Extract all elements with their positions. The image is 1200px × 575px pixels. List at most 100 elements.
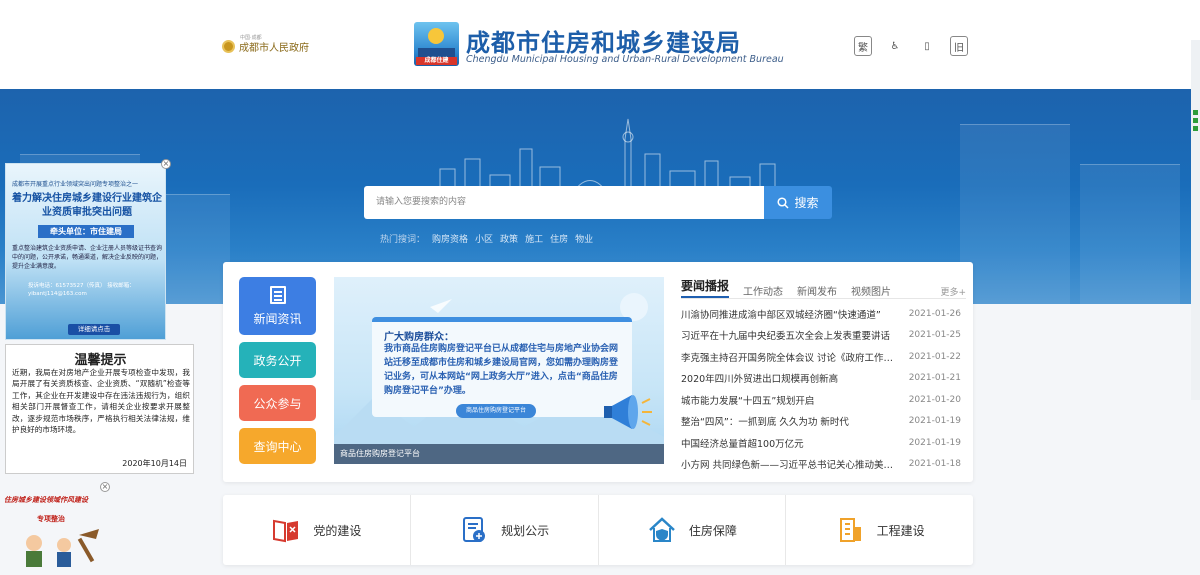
news-title: 李克强主持召开国务院全体会议 讨论《政府工作报告》 [681,352,896,364]
service-engineering[interactable]: 工程建设 [786,495,973,565]
building-icon [839,518,861,542]
news-date: 2021-01-22 [908,351,961,362]
ad-kicker: 成都市开展重点行业领域突出问题专项整治之一 [12,181,139,188]
news-item[interactable]: 整治“四风”：一抓到底 久久为功 新时代 2021-01-19 [681,411,961,433]
news-date: 2021-01-25 [908,330,961,341]
accessibility-icon[interactable]: ♿ [886,36,904,56]
slide-platform-chip: 商品住房购房登记平台 [456,404,536,418]
news-date: 2021-01-19 [908,416,961,427]
news-title: 整治“四风”：一抓到底 久久为功 新时代 [681,417,849,429]
search-input[interactable]: 请输入您要搜索的内容 [364,186,764,219]
scroll-marker [1193,110,1198,115]
notice-title: 温馨提示 [74,353,127,368]
ad-headline: 着力解决住房城乡建设行业建筑企业资质审批突出问题 [12,193,162,218]
tab-headline-news[interactable]: 要闻播报 [681,277,730,298]
national-emblem-icon [222,39,235,53]
news-item[interactable]: 习近平在十九届中央纪委五次全会上发表重要讲话 2021-01-25 [681,325,961,347]
hot-word-link[interactable]: 住房 [550,232,568,245]
logo-tag: 成都住建 [416,57,457,65]
tab-video-pictures[interactable]: 视频图片 [851,283,891,298]
slide-caption: 商品住房购房登记平台 [334,444,664,464]
nav-news-button[interactable]: 新闻资讯 [239,277,316,335]
scroll-marker [1193,118,1198,123]
news-carousel-slide[interactable]: 广大购房群众： 我市商品住房购房登记平台已从成都住宅与房地产业协会网站迁移至成都… [334,277,664,464]
news-date: 2021-01-20 [908,394,961,405]
hot-word-link[interactable]: 施工 [525,232,543,245]
ad-detail-button[interactable]: 详细请点击 [68,324,120,335]
floating-ad-banner[interactable]: 成都市开展重点行业领域突出问题专项整治之一 着力解决住房城乡建设行业建筑企业资质… [5,163,166,340]
news-item[interactable]: 中国经济总量首超100万亿元 2021-01-19 [681,432,961,454]
party-book-icon [273,519,299,543]
news-title: 习近平在十九届中央纪委五次全会上发表重要讲话 [681,331,891,343]
news-item[interactable]: 2020年四川外贸进出口规模再创新高 2021-01-21 [681,368,961,390]
news-item[interactable]: 小方网 共同绿色新——习近平总书记关心推动美丽中国 2021-01-18 [681,454,961,476]
style-rectification-promo[interactable]: 住房城乡建设领域作风建设 专项整治 [4,489,109,573]
promo-subtitle: 专项整治 [37,515,65,523]
site-subtitle: Chengdu Municipal Housing and Urban-Rura… [466,54,784,65]
close-icon[interactable]: × [100,482,110,492]
news-item[interactable]: 川渝协同推进成渝中部区双城经济圈“快速通道” 2021-01-26 [681,303,961,325]
promo-title: 住房城乡建设领域作风建设 [4,496,88,504]
tab-work-updates[interactable]: 工作动态 [743,283,783,298]
close-icon[interactable]: × [161,159,171,169]
traditional-chinese-button[interactable]: 繁 [854,36,872,56]
promo-illustration [26,529,99,567]
old-version-button[interactable]: 旧 [950,36,968,56]
news-date: 2021-01-26 [908,308,961,319]
hot-word-link[interactable]: 小区 [475,232,493,245]
news-item[interactable]: 李克强主持召开国务院全体会议 讨论《政府工作报告》 2021-01-22 [681,346,961,368]
site-title: 成都市住房和城乡建设局 [466,29,741,57]
ad-contact: 投诉电话：61573527（传真） 接收邮箱：yibantj114@163.co… [28,283,135,297]
news-item[interactable]: 城市能力发展“十四五”规划开启 2021-01-20 [681,389,961,411]
logo-sun-shape [428,28,444,44]
news-title: 中国经济总量首超100万亿元 [681,438,804,450]
banner-building-shape [960,124,1070,304]
page-scrollbar[interactable] [1191,40,1200,400]
service-planning-notice[interactable]: 规划公示 [411,495,599,565]
news-title: 城市能力发展“十四五”规划开启 [681,395,815,407]
ad-lead-unit: 牵头单位：市住建局 [38,225,134,238]
ad-body: 重点整治建筑企业资质申请、企业注册人员等级证书查询中的问题，公开承诺，畅通渠道，… [12,245,163,270]
news-more-link[interactable]: 更多+ [940,285,966,298]
news-title: 川渝协同推进成渝中部区双城经济圈“快速通道” [681,309,881,321]
service-housing-security[interactable]: 住房保障 [599,495,787,565]
news-list: 川渝协同推进成渝中部区双城经济圈“快速通道” 2021-01-26 习近平在十九届… [681,303,961,475]
nav-public-participation-button[interactable]: 公众参与 [239,385,316,421]
search-button[interactable]: 搜索 [764,186,832,219]
notice-date: 2020年10月14日 [122,459,187,468]
hot-word-link[interactable]: 政策 [500,232,518,245]
gov-logo-link[interactable]: 成都市人民政府 [222,36,312,56]
scroll-marker [1193,126,1198,131]
service-label: 规划公示 [501,523,550,538]
service-label: 住房保障 [688,523,737,538]
search-button-label: 搜索 [794,196,819,210]
tab-press-release[interactable]: 新闻发布 [797,283,837,298]
hot-word-link[interactable]: 购房资格 [432,232,468,245]
mobile-phone-icon[interactable]: ▯ [918,36,936,56]
notice-body: 近期，我局在对房地产企业开展专项检查中发现，我局开展了有关资质核查、企业资质、“… [12,368,190,435]
service-bar: 党的建设 规划公示 住房保障 工程建设 [223,495,973,565]
nav-public-participation-label: 公众参与 [253,396,302,411]
news-document-icon [269,285,286,304]
nav-news-label: 新闻资讯 [253,311,302,326]
nav-query-center-button[interactable]: 查询中心 [239,428,316,464]
plan-document-icon [463,517,486,542]
slide-notice-panel: 广大购房群众： 我市商品住房购房登记平台已从成都住宅与房地产业协会网站迁移至成都… [372,317,632,417]
hot-search-label: 热门搜词： [380,235,426,245]
news-date: 2021-01-18 [908,459,961,470]
gov-logo-text: 成都市人民政府 [239,42,309,54]
site-brand[interactable]: 成都住建 成都市住房和城乡建设局 Chengdu Municipal Housi… [414,22,794,70]
hot-word-link[interactable]: 物业 [575,232,593,245]
notice-popup: 温馨提示 近期，我局在对房地产企业开展专项检查中发现，我局开展了有关资质核查、企… [5,344,194,474]
service-label: 工程建设 [876,523,925,538]
banner-building-shape [1080,164,1180,304]
search-icon [777,196,790,209]
service-party-building[interactable]: 党的建设 [223,495,411,565]
news-date: 2021-01-21 [908,373,961,384]
site-header: 中国·成都 成都市人民政府 成都住建 成都市住房和城乡建设局 Chengdu M… [0,0,1200,89]
news-tabs: 要闻播报 工作动态 新闻发布 视频图片 更多+ [681,279,966,299]
header-tools: 繁 ♿ ▯ 旧 [854,36,968,56]
service-label: 党的建设 [313,523,362,538]
news-title: 小方网 共同绿色新——习近平总书记关心推动美丽中国 [681,460,896,472]
nav-gov-affairs-button[interactable]: 政务公开 [239,342,316,378]
